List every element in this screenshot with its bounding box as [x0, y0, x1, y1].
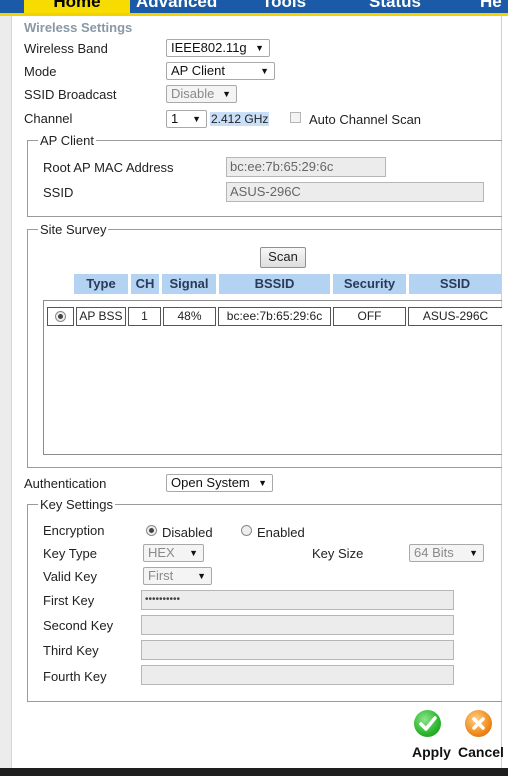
- mode-select[interactable]: AP Client ▼: [166, 62, 275, 80]
- mode-label: Mode: [24, 64, 57, 79]
- key-type-value: HEX: [148, 545, 175, 560]
- survey-cell-security: OFF: [333, 307, 406, 326]
- channel-select[interactable]: 1 ▼: [166, 110, 207, 128]
- cancel-button[interactable]: Cancel: [457, 708, 508, 764]
- key-type-label: Key Type: [43, 546, 97, 561]
- left-gutter: [0, 16, 12, 771]
- first-key-label: First Key: [43, 593, 95, 608]
- tab-help[interactable]: He: [480, 0, 502, 13]
- encryption-enabled-label: Enabled: [257, 525, 305, 540]
- tab-tools[interactable]: Tools: [262, 0, 306, 13]
- key-size-value: 64 Bits: [414, 545, 454, 560]
- top-tab-bar: Home Advanced Tools Status He: [0, 0, 508, 16]
- encryption-disabled-radio[interactable]: [146, 525, 157, 536]
- third-key-label: Third Key: [43, 643, 99, 658]
- ssid-broadcast-label: SSID Broadcast: [24, 87, 117, 102]
- column-header-security: Security: [333, 274, 406, 294]
- auto-channel-scan-checkbox[interactable]: [290, 112, 301, 123]
- chevron-down-icon: ▼: [197, 571, 206, 581]
- survey-cell-ch: 1: [128, 307, 161, 326]
- chevron-down-icon: ▼: [258, 478, 267, 488]
- mode-value: AP Client: [171, 63, 225, 78]
- ap-client-legend: AP Client: [38, 133, 96, 148]
- encryption-label: Encryption: [43, 523, 105, 538]
- wireless-band-label: Wireless Band: [24, 41, 108, 56]
- ssid-broadcast-select[interactable]: Disable ▼: [166, 85, 237, 103]
- tab-home[interactable]: Home: [24, 0, 130, 13]
- tab-advanced[interactable]: Advanced: [136, 0, 217, 13]
- valid-key-label: Valid Key: [43, 569, 97, 584]
- site-survey-legend: Site Survey: [38, 222, 109, 237]
- ssid-broadcast-value: Disable: [171, 86, 215, 101]
- column-header-type: Type: [74, 274, 128, 294]
- authentication-label: Authentication: [24, 476, 107, 491]
- checkmark-icon: [414, 710, 441, 737]
- scan-button[interactable]: Scan: [260, 247, 306, 268]
- second-key-field[interactable]: [141, 615, 454, 635]
- survey-cell-ssid: ASUS-296C: [408, 307, 502, 326]
- wireless-band-select[interactable]: IEEE802.11g ▼: [166, 39, 270, 57]
- apply-label: Apply: [412, 744, 451, 760]
- channel-frequency: 2.412 GHz: [210, 112, 270, 126]
- tab-status[interactable]: Status: [369, 0, 421, 13]
- survey-row-radio[interactable]: [55, 311, 66, 322]
- survey-cell-type: AP BSS: [76, 307, 126, 326]
- bottom-bar: [0, 768, 508, 776]
- survey-cell-signal: 48%: [163, 307, 216, 326]
- chevron-down-icon: ▼: [255, 43, 264, 53]
- channel-label: Channel: [24, 111, 73, 126]
- auto-channel-scan-label: Auto Channel Scan: [309, 112, 422, 127]
- authentication-select[interactable]: Open System ▼: [166, 474, 273, 492]
- key-size-label: Key Size: [312, 546, 364, 561]
- chevron-down-icon: ▼: [192, 114, 201, 124]
- column-header-signal: Signal: [162, 274, 216, 294]
- second-key-label: Second Key: [43, 618, 114, 633]
- ap-client-ssid-field[interactable]: ASUS-296C: [226, 182, 484, 202]
- chevron-down-icon: ▼: [260, 66, 269, 76]
- survey-row-select-cell: [47, 307, 74, 326]
- column-header-bssid: BSSID: [219, 274, 330, 294]
- apply-button[interactable]: Apply: [409, 708, 455, 764]
- fourth-key-field[interactable]: [141, 665, 454, 685]
- chevron-down-icon: ▼: [222, 89, 231, 99]
- encryption-disabled-label: Disabled: [162, 525, 213, 540]
- root-ap-mac-field[interactable]: bc:ee:7b:65:29:6c: [226, 157, 386, 177]
- wireless-band-value: IEEE802.11g: [171, 40, 247, 55]
- valid-key-select[interactable]: First ▼: [143, 567, 212, 585]
- authentication-value: Open System: [171, 475, 250, 490]
- ap-client-ssid-label: SSID: [43, 185, 74, 200]
- root-ap-mac-label: Root AP MAC Address: [43, 160, 174, 175]
- ap-client-group: [27, 140, 502, 217]
- key-size-select[interactable]: 64 Bits ▼: [409, 544, 484, 562]
- column-header-ch: CH: [131, 274, 159, 294]
- section-heading-wireless-settings: Wireless Settings: [24, 20, 133, 35]
- chevron-down-icon: ▼: [469, 548, 478, 558]
- first-key-field[interactable]: ••••••••••: [141, 590, 454, 610]
- encryption-enabled-radio[interactable]: [241, 525, 252, 536]
- third-key-field[interactable]: [141, 640, 454, 660]
- survey-cell-bssid: bc:ee:7b:65:29:6c: [218, 307, 331, 326]
- key-settings-legend: Key Settings: [38, 497, 115, 512]
- fourth-key-label: Fourth Key: [43, 669, 107, 684]
- channel-value: 1: [171, 111, 179, 126]
- chevron-down-icon: ▼: [189, 548, 198, 558]
- close-icon: [465, 710, 492, 737]
- valid-key-value: First: [148, 568, 174, 583]
- cancel-label: Cancel: [458, 744, 504, 760]
- key-type-select[interactable]: HEX ▼: [143, 544, 204, 562]
- column-header-ssid: SSID: [409, 274, 501, 294]
